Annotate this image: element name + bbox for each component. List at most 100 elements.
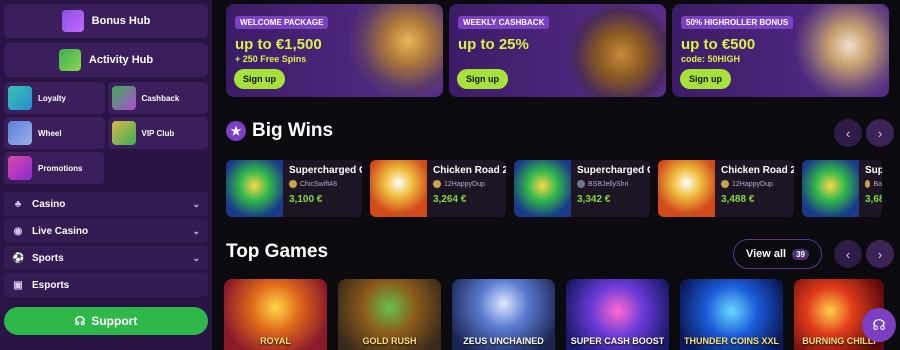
sidebar-nav: ♣ Casino ⌄ ◉ Live Casino ⌄ ⚽ Sports ⌄ ▣ … bbox=[4, 192, 208, 297]
big-win-card[interactable]: Chicken Road 2 12HappyDup 3,488 € bbox=[658, 160, 794, 217]
sidebar-item-label: Sports bbox=[32, 252, 64, 264]
big-wins-header: ★ Big Wins bbox=[226, 120, 333, 142]
view-all-button[interactable]: View all 39 bbox=[732, 239, 822, 269]
big-wins-list: Supercharged Clovers ChicSwift48 3,100 €… bbox=[226, 160, 882, 217]
win-amount: 3,488 € bbox=[721, 194, 755, 205]
big-win-card[interactable]: Chicken Road 2 12HappyDup 3,264 € bbox=[370, 160, 506, 217]
win-amount: 3,688 bbox=[865, 194, 882, 205]
game-thumbnail bbox=[514, 160, 571, 217]
vip-key-icon bbox=[111, 121, 136, 145]
promo-welcome-package[interactable]: WELCOME PACKAGE up to €1,500 + 250 Free … bbox=[226, 4, 443, 97]
win-game-name: Supercharged Clovers bbox=[577, 165, 650, 176]
game-title: THUNDER COINS XXL bbox=[683, 336, 779, 346]
win-username: ChicSwift48 bbox=[300, 180, 337, 188]
win-user: Ba bbox=[865, 180, 882, 188]
top-games-arrows: ‹ › bbox=[834, 240, 894, 268]
main-content: WELCOME PACKAGE up to €1,500 + 250 Free … bbox=[222, 0, 900, 350]
game-tile[interactable]: ZEUS UNCHAINED bbox=[452, 279, 555, 350]
game-title: SUPER CASH BOOST bbox=[570, 336, 665, 346]
win-amount: 3,100 € bbox=[289, 194, 323, 205]
win-game-name: Supercharged Clovers bbox=[865, 165, 882, 176]
sports-icon: ⚽ bbox=[12, 252, 25, 264]
avatar bbox=[577, 180, 585, 188]
win-username: 12HappyDup bbox=[444, 180, 485, 188]
bonus-hub-icon bbox=[61, 10, 84, 32]
activity-hub-button[interactable]: Activity Hub bbox=[4, 43, 208, 77]
prev-arrow-button[interactable]: ‹ bbox=[834, 240, 862, 268]
game-title: ROYAL bbox=[260, 336, 291, 346]
next-arrow-button[interactable]: › bbox=[866, 240, 894, 268]
sidebar-tile-cashback[interactable]: Cashback bbox=[107, 82, 208, 114]
avatar bbox=[289, 180, 297, 188]
top-games-header: Top Games bbox=[226, 241, 328, 263]
promotions-icon bbox=[8, 156, 32, 180]
next-arrow-button[interactable]: › bbox=[866, 119, 894, 147]
wheel-icon bbox=[8, 121, 32, 145]
sign-up-button[interactable]: Sign up bbox=[457, 69, 508, 89]
win-user: ChicSwift48 bbox=[289, 180, 362, 188]
win-amount: 3,342 € bbox=[577, 194, 611, 205]
promo-weekly-cashback[interactable]: WEEKLY CASHBACK up to 25% Sign up bbox=[449, 4, 666, 97]
sidebar-tile-vip-club[interactable]: VIP Club bbox=[107, 117, 208, 149]
headset-icon: ☊ bbox=[74, 314, 86, 328]
win-game-name: Chicken Road 2 bbox=[433, 165, 506, 176]
sidebar-item-live-casino[interactable]: ◉ Live Casino ⌄ bbox=[4, 219, 208, 243]
promo-banners: WELCOME PACKAGE up to €1,500 + 250 Free … bbox=[226, 4, 889, 97]
game-title: ZEUS UNCHAINED bbox=[463, 336, 544, 346]
sidebar-item-esports[interactable]: ▣ Esports bbox=[4, 273, 208, 297]
chevron-down-icon: ⌄ bbox=[192, 198, 200, 209]
top-games-title: Top Games bbox=[226, 241, 329, 262]
win-user: 12HappyDup bbox=[721, 180, 794, 188]
cashback-icon bbox=[111, 86, 136, 110]
big-win-card[interactable]: Supercharged Clovers BSBJellyShri 3,342 … bbox=[514, 160, 650, 217]
sign-up-button[interactable]: Sign up bbox=[234, 69, 285, 89]
top-games-list: ROYAL GOLD RUSH ZEUS UNCHAINED SUPER CAS… bbox=[224, 279, 884, 350]
sidebar-tile-wheel[interactable]: Wheel bbox=[4, 117, 105, 149]
win-user: BSBJellyShri bbox=[577, 180, 650, 188]
win-username: BSBJellyShri bbox=[588, 180, 629, 188]
game-thumbnail bbox=[658, 160, 715, 217]
sidebar-tile-label: Cashback bbox=[141, 93, 180, 103]
chevron-down-icon: ⌄ bbox=[192, 225, 200, 236]
avatar bbox=[865, 180, 871, 188]
esports-icon: ▣ bbox=[13, 279, 23, 291]
bonus-hub-button[interactable]: Bonus Hub bbox=[4, 4, 208, 38]
sidebar-item-label: Casino bbox=[32, 198, 66, 210]
promo-highroller-bonus[interactable]: 50% HIGHROLLER BONUS up to €500 code: 50… bbox=[672, 4, 889, 97]
game-tile[interactable]: THUNDER COINS XXL bbox=[680, 279, 783, 350]
big-win-card[interactable]: Supercharged Clovers Ba 3,688 bbox=[802, 160, 882, 217]
game-tile[interactable]: GOLD RUSH bbox=[338, 279, 441, 350]
promo-tag: 50% HIGHROLLER BONUS bbox=[681, 16, 794, 29]
game-tile[interactable]: ROYAL bbox=[224, 279, 327, 350]
win-username: Ba bbox=[873, 180, 882, 188]
sidebar-item-casino[interactable]: ♣ Casino ⌄ bbox=[4, 192, 208, 216]
live-icon: ◉ bbox=[13, 225, 23, 237]
promo-character-image bbox=[343, 4, 443, 97]
sidebar-item-label: Live Casino bbox=[32, 225, 89, 237]
big-win-card[interactable]: Supercharged Clovers ChicSwift48 3,100 € bbox=[226, 160, 362, 217]
support-label: Support bbox=[91, 314, 138, 328]
promo-tag: WEEKLY CASHBACK bbox=[458, 16, 550, 29]
sidebar-tile-loyalty[interactable]: Loyalty bbox=[4, 82, 105, 114]
game-tile[interactable]: SUPER CASH BOOST bbox=[566, 279, 669, 350]
support-button[interactable]: ☊ Support bbox=[4, 307, 208, 335]
avatar bbox=[433, 180, 441, 188]
cashback-bag-image bbox=[566, 4, 666, 97]
big-wins-title: Big Wins bbox=[252, 120, 334, 141]
promo-tag: WELCOME PACKAGE bbox=[235, 16, 329, 29]
view-all-label: View all bbox=[745, 248, 787, 260]
sign-up-button[interactable]: Sign up bbox=[680, 69, 731, 89]
live-chat-button[interactable]: ☊ bbox=[862, 308, 896, 342]
games-count-badge: 39 bbox=[792, 248, 809, 260]
sidebar-item-sports[interactable]: ⚽ Sports ⌄ bbox=[4, 246, 208, 270]
big-wins-arrows: ‹ › bbox=[834, 119, 894, 147]
game-thumbnail bbox=[370, 160, 427, 217]
prev-arrow-button[interactable]: ‹ bbox=[834, 119, 862, 147]
game-title: GOLD RUSH bbox=[362, 336, 417, 346]
win-game-name: Supercharged Clovers bbox=[289, 165, 362, 176]
sidebar-tile-label: Wheel bbox=[38, 128, 62, 138]
sidebar-tile-label: VIP Club bbox=[141, 128, 175, 138]
sidebar-tile-promotions[interactable]: Promotions bbox=[4, 152, 104, 184]
sidebar-tile-label: Loyalty bbox=[38, 93, 67, 103]
game-thumbnail bbox=[226, 160, 283, 217]
